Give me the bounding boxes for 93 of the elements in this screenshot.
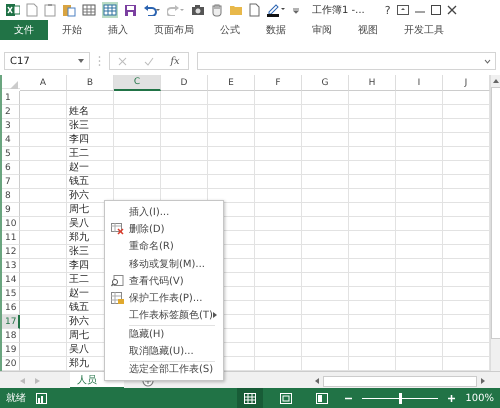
menu-item[interactable]: 选定全部工作表(S) (129, 362, 214, 376)
zoom-in-icon[interactable] (448, 394, 456, 402)
table-cell: 周七 (69, 331, 89, 341)
document-icon[interactable] (26, 3, 38, 17)
table-cell: 赵一 (69, 289, 89, 299)
scroll-thumb[interactable] (491, 87, 500, 339)
ribbon-tab[interactable]: 数据 (256, 20, 296, 40)
ribbon-display-icon[interactable] (396, 5, 409, 15)
maximize-icon[interactable] (430, 5, 441, 15)
zoom-slider-thumb[interactable] (399, 392, 402, 404)
column-header[interactable]: A (20, 75, 67, 91)
magnifier-icon (110, 274, 124, 287)
table-icon[interactable] (103, 3, 117, 17)
column-header[interactable]: E (208, 75, 255, 91)
row-header[interactable]: 17 (2, 315, 20, 329)
menu-item[interactable]: 移动或复制(M)... (129, 256, 205, 271)
table-cell: 李四 (69, 135, 89, 145)
table-cell: 孙六 (69, 191, 89, 201)
insert-function-button[interactable]: fx (170, 56, 180, 66)
submenu-arrow-icon (213, 312, 217, 318)
page-break-icon[interactable] (316, 392, 328, 404)
ribbon-tab[interactable]: 公式 (210, 20, 250, 40)
formula-input[interactable] (197, 52, 496, 70)
menu-item[interactable]: 工作表标签颜色(T) (129, 308, 213, 322)
table-cell: 姓名 (69, 107, 89, 117)
name-box[interactable]: C17 (4, 52, 90, 70)
ribbon-tab[interactable]: 视图 (348, 20, 388, 40)
zoom-level[interactable]: 100% (465, 392, 494, 404)
paste-icon[interactable] (62, 3, 76, 17)
menu-item[interactable]: 保护工作表(P)... (129, 291, 202, 306)
row-header[interactable]: 4 (2, 133, 20, 147)
table-cell: 吴八 (69, 219, 89, 229)
menu-item[interactable]: 删除(D) (129, 222, 165, 236)
column-header[interactable]: D (161, 75, 208, 91)
table-cell: 周七 (69, 205, 89, 215)
table-cell: 赵一 (69, 163, 89, 173)
hand-icon[interactable] (211, 3, 223, 17)
new-document-icon[interactable] (249, 3, 260, 17)
grid-icon[interactable] (82, 3, 96, 17)
lock-sheet-icon (110, 292, 124, 305)
check-icon[interactable] (144, 56, 154, 66)
table-cell: 王二 (69, 149, 89, 159)
menu-item[interactable]: 查看代码(V) (129, 274, 184, 288)
column-header[interactable]: I (396, 75, 443, 91)
page-icon[interactable] (280, 392, 292, 404)
clipboard-icon[interactable] (44, 3, 56, 17)
menu-item[interactable]: 取消隐藏(U)... (129, 344, 194, 358)
ribbon-tab[interactable]: 插入 (98, 20, 138, 40)
close-icon[interactable] (446, 5, 457, 15)
menu-item[interactable]: 隐藏(H) (129, 326, 164, 341)
expand-icon[interactable] (484, 58, 491, 64)
normal-view-button[interactable] (237, 388, 264, 408)
scroll-up-icon[interactable] (493, 79, 499, 83)
delete-sheet-icon (110, 222, 124, 235)
column-header[interactable]: F (255, 75, 302, 91)
column-header[interactable]: C (114, 75, 161, 91)
dropdown-icon[interactable] (292, 6, 300, 14)
pen-icon[interactable] (266, 3, 286, 17)
column-header[interactable]: G (302, 75, 349, 91)
column-header[interactable]: B (67, 75, 114, 91)
help-button[interactable]: ? (384, 4, 391, 16)
camera-icon[interactable] (191, 4, 205, 16)
menu-item[interactable]: 插入(I)... (129, 204, 170, 219)
undo-icon[interactable] (143, 4, 161, 16)
table-cell: 张三 (69, 121, 89, 131)
table-cell: 张三 (69, 247, 89, 257)
save-icon[interactable] (124, 4, 137, 16)
vertical-scrollbar[interactable] (490, 75, 500, 371)
table-cell: 王二 (69, 275, 89, 285)
ribbon-tab[interactable]: 页面布局 (144, 20, 204, 40)
table-cell: 李四 (69, 261, 89, 271)
ribbon-tab[interactable]: 开始 (52, 20, 92, 40)
table-cell: 钱五 (69, 303, 89, 313)
status-text: 就绪 (6, 392, 26, 405)
table-cell: 郑九 (69, 233, 89, 243)
column-header[interactable]: J (443, 75, 490, 91)
menu-item[interactable]: 重命名(R) (129, 239, 174, 254)
scroll-thumb[interactable] (323, 376, 477, 386)
column-header[interactable]: H (349, 75, 396, 91)
table-cell: 吴八 (69, 345, 89, 355)
table-cell: 钱五 (69, 177, 89, 187)
app-logo-icon[interactable] (6, 3, 20, 17)
scroll-right-icon[interactable] (481, 378, 485, 384)
ribbon-tab[interactable]: 文件 (0, 20, 48, 40)
ribbon-tab[interactable]: 开发工具 (394, 20, 454, 40)
scroll-left-icon[interactable] (315, 378, 319, 384)
grip-icon (98, 55, 101, 67)
caret-icon[interactable] (78, 59, 84, 63)
ribbon-tab[interactable]: 审阅 (302, 20, 342, 40)
table-cell: 郑九 (69, 359, 89, 369)
window-title: 工作簿1 -... (312, 4, 365, 17)
table-cell: 孙六 (69, 317, 89, 327)
macro-icon[interactable] (36, 392, 47, 404)
